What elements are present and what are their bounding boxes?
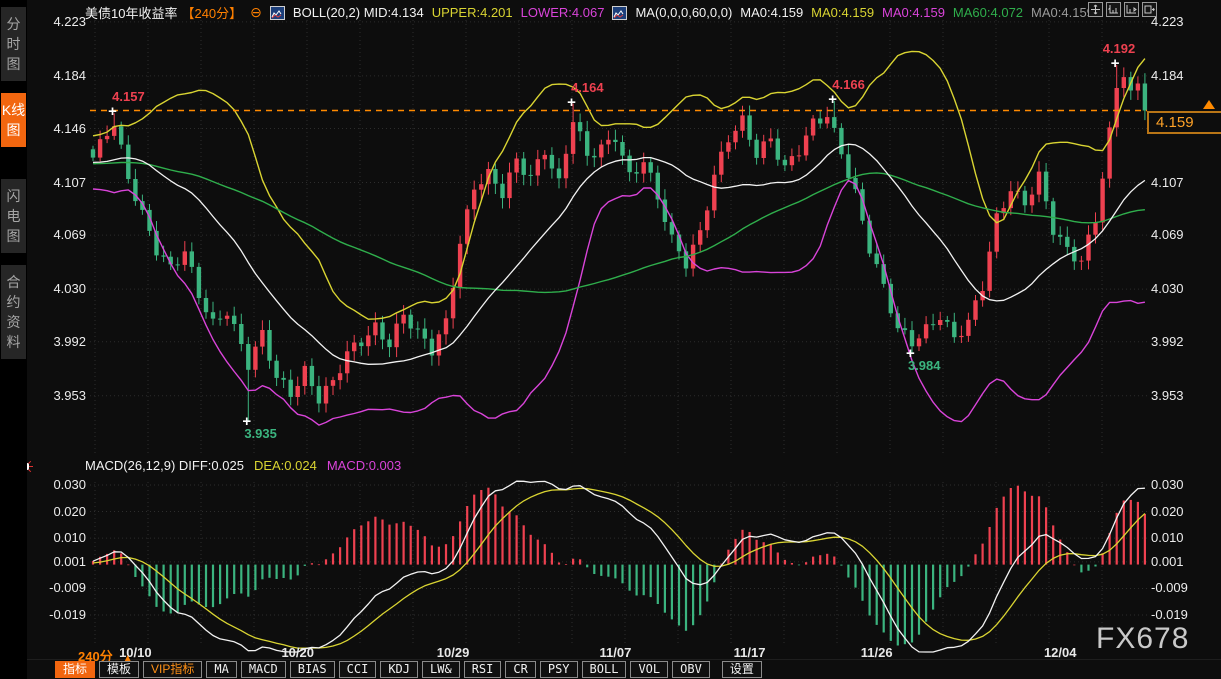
- chart-header: 美债10年收益率 【240分】 ⊖ BOLL(20,2) MID:4.134 U…: [85, 3, 1094, 22]
- pan-icon[interactable]: [1088, 2, 1103, 17]
- macd-value: MACD:0.003: [327, 458, 401, 473]
- x-axis-date-label: 10/29: [425, 645, 481, 660]
- indicator-boll-button[interactable]: BOLL: [582, 661, 627, 678]
- sidebar-item-contract-info[interactable]: 合约资料: [1, 265, 26, 359]
- x-axis-date-label: 12/04: [1032, 645, 1088, 660]
- macd-axis-label-right: 0.010: [1151, 530, 1213, 545]
- ma-value-4: MA60:4.072: [953, 5, 1023, 20]
- ma-value-5: MA0:4.159: [1031, 5, 1094, 20]
- trading-terminal: 分时图 K线图 闪电图 合约资料 美债10年收益率 【240分】 ⊖ BOLL(…: [0, 0, 1221, 679]
- indicator-cci-button[interactable]: CCI: [339, 661, 377, 678]
- indicator-toolbar: 指标 模板 VIP指标 MA MACD BIAS CCI KDJ LW& RSI…: [55, 661, 762, 678]
- tab-template[interactable]: 模板: [99, 661, 139, 678]
- indicator-kdj-button[interactable]: KDJ: [380, 661, 418, 678]
- x-axis-date-label: 11/26: [849, 645, 905, 660]
- macd-axis-label-right: 0.001: [1151, 554, 1213, 569]
- macd-axis-label-left: 0.020: [28, 504, 86, 519]
- main-axis-label-right: 3.992: [1151, 334, 1213, 349]
- boll-lower-value: LOWER:4.067: [521, 5, 605, 20]
- main-axis-label-right: 4.069: [1151, 227, 1213, 242]
- macd-header: MACD(26,12,9) DIFF:0.025 DEA:0.024 MACD:…: [85, 458, 401, 473]
- macd-dea-value: DEA:0.024: [254, 458, 317, 473]
- main-axis-label-left: 4.223: [28, 14, 86, 29]
- last-price-value: 4.159: [1156, 114, 1194, 131]
- last-price-box: 4.159: [1147, 111, 1221, 134]
- indicator-bias-button[interactable]: BIAS: [290, 661, 335, 678]
- main-axis-label-left: 4.146: [28, 121, 86, 136]
- macd-axis-label-left: -0.009: [28, 580, 86, 595]
- macd-axis-label-right: -0.009: [1151, 580, 1213, 595]
- main-axis-label-right: 4.184: [1151, 68, 1213, 83]
- annotation-cross-icon: +: [108, 104, 117, 119]
- sidebar-item-timeline-chart[interactable]: 分时图: [1, 7, 26, 81]
- ma-value-1: MA0:4.159: [740, 5, 803, 20]
- indicator-cr-button[interactable]: CR: [505, 661, 535, 678]
- main-axis-label-left: 3.992: [28, 334, 86, 349]
- macd-axis-label-left: 0.001: [28, 554, 86, 569]
- main-axis-label-left: 4.107: [28, 175, 86, 190]
- boll-upper-value: UPPER:4.201: [432, 5, 513, 20]
- price-annotation: 4.192: [1103, 41, 1136, 56]
- macd-axis-label-right: -0.019: [1151, 607, 1213, 622]
- x-axis-date-label: 10/20: [270, 645, 326, 660]
- main-axis-label-left: 3.953: [28, 388, 86, 403]
- left-tab-strip: 分时图 K线图 闪电图 合约资料: [0, 0, 27, 679]
- main-axis-label-right: 4.107: [1151, 175, 1213, 190]
- price-annotation: 4.166: [832, 77, 865, 92]
- indicator-psy-button[interactable]: PSY: [540, 661, 578, 678]
- boll-values: BOLL(20,2) MID:4.134: [293, 5, 424, 20]
- settings-button[interactable]: 设置: [722, 661, 762, 678]
- main-axis-label-right: 3.953: [1151, 388, 1213, 403]
- main-axis-label-right: 4.030: [1151, 281, 1213, 296]
- annotation-cross-icon: +: [567, 95, 576, 110]
- axis-scale-left-icon[interactable]: [1106, 2, 1121, 17]
- symbol-title: 美债10年收益率: [85, 3, 177, 22]
- price-up-arrow-icon: [1203, 100, 1215, 109]
- macd-axis-label-left: 0.030: [28, 477, 86, 492]
- indicator-lw-button[interactable]: LW&: [422, 661, 460, 678]
- ma-value-3: MA0:4.159: [882, 5, 945, 20]
- ma-mini-chart-icon[interactable]: [612, 6, 627, 20]
- tab-indicator[interactable]: 指标: [55, 661, 95, 678]
- indicator-rsi-button[interactable]: RSI: [464, 661, 502, 678]
- sidebar-item-kline-chart[interactable]: K线图: [1, 93, 26, 147]
- price-annotation: 4.157: [112, 89, 145, 104]
- ma-params: MA(0,0,0,60,0,0): [635, 5, 732, 20]
- tab-vip-indicator[interactable]: VIP指标: [143, 661, 202, 678]
- indicator-vol-button[interactable]: VOL: [630, 661, 668, 678]
- main-axis-label-left: 4.184: [28, 68, 86, 83]
- ma-value-2: MA0:4.159: [811, 5, 874, 20]
- price-annotation: 3.935: [244, 426, 277, 441]
- main-axis-label-left: 4.069: [28, 227, 86, 242]
- annotation-cross-icon: +: [828, 92, 837, 107]
- main-axis-label-left: 4.030: [28, 281, 86, 296]
- indicator-obv-button[interactable]: OBV: [672, 661, 710, 678]
- annotation-cross-icon: +: [1111, 56, 1120, 71]
- indicator-ma-button[interactable]: MA: [206, 661, 236, 678]
- price-annotation: 3.984: [908, 358, 941, 373]
- macd-axis-label-left: 0.010: [28, 530, 86, 545]
- macd-title-diff: MACD(26,12,9) DIFF:0.025: [85, 458, 244, 473]
- x-axis-date-label: 11/17: [722, 645, 778, 660]
- boll-mini-chart-icon[interactable]: [270, 6, 285, 20]
- x-axis-date-label: 11/07: [587, 645, 643, 660]
- indicator-macd-button[interactable]: MACD: [241, 661, 286, 678]
- main-axis-label-right: 4.223: [1151, 14, 1213, 29]
- axis-scale-right-icon[interactable]: [1124, 2, 1139, 17]
- collapse-icon[interactable]: ⊖: [250, 4, 262, 21]
- macd-axis-label-right: 0.030: [1151, 477, 1213, 492]
- macd-axis-label-right: 0.020: [1151, 504, 1213, 519]
- chart-canvas[interactable]: [0, 0, 1221, 679]
- detach-panel-icon[interactable]: [1142, 2, 1157, 17]
- price-annotation: 4.164: [571, 80, 604, 95]
- macd-axis-label-left: -0.019: [28, 607, 86, 622]
- fx678-watermark: FX678: [1096, 622, 1189, 656]
- period-label: 【240分】: [181, 3, 242, 22]
- chart-window-controls: [1088, 2, 1157, 17]
- sidebar-item-flash-chart[interactable]: 闪电图: [1, 179, 26, 253]
